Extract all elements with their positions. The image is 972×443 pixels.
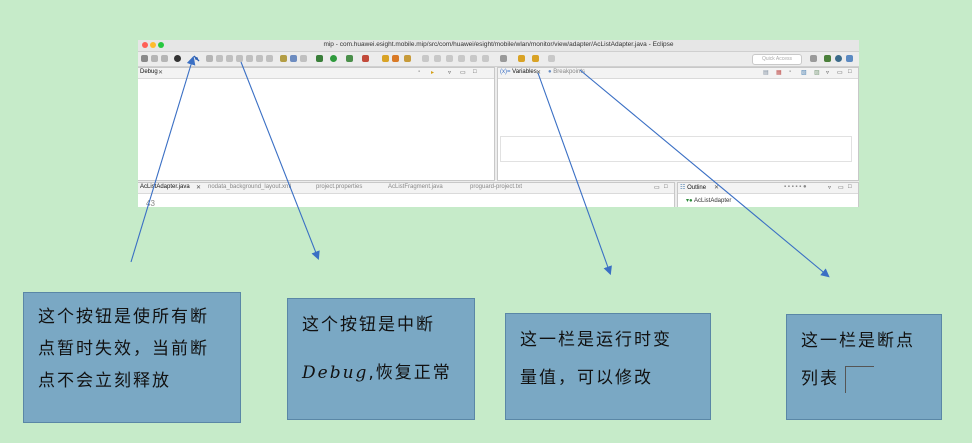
note-resume-line1: 这个按钮是中断 xyxy=(302,315,435,335)
note-variables-line1: 这一栏是运行时变 xyxy=(520,330,672,350)
note-breakpoints-line2: 列表 xyxy=(801,369,839,389)
note-variables-line2: 量值，可以修改 xyxy=(520,368,653,388)
note-skip-line2: 点暂时失效，当前断 xyxy=(38,339,209,359)
note-skip-line1: 这个按钮是使所有断 xyxy=(38,307,209,327)
arrow-skip-breakpoints xyxy=(130,55,196,263)
note-variables: 这一栏是运行时变 量值，可以修改 xyxy=(505,313,711,420)
note-breakpoints-corner xyxy=(845,365,874,393)
arrow-variables xyxy=(537,72,612,276)
arrow-resume xyxy=(240,61,320,261)
arrow-breakpoints xyxy=(579,69,830,278)
note-resume-rest: ,恢复正常 xyxy=(368,363,452,383)
note-resume-code: Debug xyxy=(302,363,369,383)
note-breakpoints: 这一栏是断点 列表 xyxy=(786,314,942,420)
note-skip-breakpoints: 这个按钮是使所有断 点暂时失效，当前断 点不会立刻释放 xyxy=(23,292,241,423)
note-skip-line3: 点不会立刻释放 xyxy=(38,371,171,391)
note-resume: 这个按钮是中断 Debug,恢复正常 xyxy=(287,298,475,420)
note-breakpoints-line1: 这一栏是断点 xyxy=(801,331,915,351)
